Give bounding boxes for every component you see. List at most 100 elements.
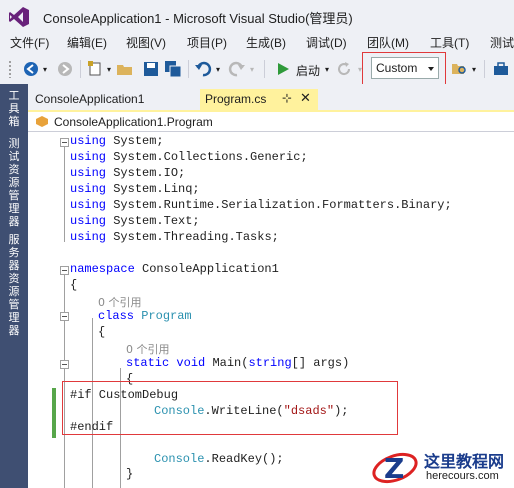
title-bar: ConsoleApplication1 - Microsoft Visual S… (0, 0, 514, 32)
start-label[interactable]: 启动 (296, 62, 320, 79)
toolbar-separator (264, 60, 265, 78)
navigation-bar[interactable]: ConsoleApplication1.Program (28, 112, 514, 132)
redo-icon[interactable] (228, 60, 246, 78)
tab-program-cs[interactable]: Program.cs ⊹ ✕ (200, 89, 318, 110)
watermark-title: 这里教程网 (424, 452, 505, 471)
toolbar-grip[interactable] (8, 60, 12, 78)
namespace-name: ConsoleApplication1 (142, 262, 279, 276)
scope-selector: ConsoleApplication1.Program (54, 115, 213, 129)
code-line-main-method[interactable]: static void Main(string[] args) (126, 356, 349, 370)
namespace-ref: System.Threading.Tasks; (113, 230, 279, 244)
menu-test[interactable]: 测试 (490, 34, 514, 51)
menu-view[interactable]: 视图(V) (126, 34, 166, 51)
new-project-dropdown-icon[interactable]: ▾ (105, 60, 113, 78)
side-tab-server-explorer[interactable]: 服务器资源管理器 (6, 234, 22, 338)
side-tab-test-explorer[interactable]: 测试资源管理器 (6, 138, 22, 229)
code-line-using-4[interactable]: using System.Linq; (70, 182, 200, 196)
keyword: using (70, 134, 107, 148)
save-icon[interactable] (142, 60, 160, 78)
menu-team[interactable]: 团队(M) (367, 34, 409, 51)
code-line-using-7[interactable]: using System.Threading.Tasks; (70, 230, 279, 244)
menu-edit[interactable]: 编辑(E) (67, 34, 107, 51)
menu-tools[interactable]: 工具(T) (430, 34, 469, 51)
keyword: using (70, 182, 107, 196)
code-line-using-6[interactable]: using System.Text; (70, 214, 200, 228)
reference-count-lens[interactable]: 0 个引用 (98, 294, 142, 310)
keyword: using (70, 166, 107, 180)
keyword: using (70, 214, 107, 228)
code-line-open-brace[interactable]: { (70, 278, 77, 292)
code-line-open-brace[interactable]: { (98, 325, 105, 339)
tab-program-cs-label: Program.cs (205, 92, 267, 106)
back-dropdown-icon[interactable]: ▾ (41, 60, 49, 78)
keyword: static (126, 356, 170, 370)
type-name: Console (154, 452, 205, 466)
tab-console-application[interactable]: ConsoleApplication1 (35, 92, 144, 106)
reference-count-lens[interactable]: 0 个引用 (126, 341, 170, 357)
find-dropdown-icon[interactable]: ▾ (470, 60, 478, 78)
new-project-icon[interactable] (86, 60, 104, 78)
code-line-using-3[interactable]: using System.IO; (70, 166, 185, 180)
start-dropdown-icon[interactable]: ▾ (323, 60, 331, 78)
undo-dropdown-icon[interactable]: ▾ (214, 60, 222, 78)
menu-project[interactable]: 项目(P) (187, 34, 227, 51)
code-line-readkey[interactable]: Console.ReadKey(); (154, 452, 284, 466)
side-tool-panel: 工具箱 测试资源管理器 服务器资源管理器 (0, 84, 28, 488)
pin-icon[interactable]: ⊹ (282, 91, 292, 105)
method-name: Main( (212, 356, 249, 370)
navigate-back-icon[interactable] (22, 60, 40, 78)
code-line-close-brace[interactable]: } (126, 467, 133, 481)
collapse-namespace-icon[interactable] (60, 266, 69, 275)
class-name: Program (141, 309, 192, 323)
method-call: .ReadKey(); (204, 452, 284, 466)
code-line-using-2[interactable]: using System.Collections.Generic; (70, 150, 308, 164)
keyword: using (70, 230, 107, 244)
keyword: class (98, 309, 135, 323)
outline-guide-namespace (64, 272, 65, 488)
namespace-ref: System.Linq; (113, 182, 200, 196)
menu-file[interactable]: 文件(F) (10, 34, 49, 51)
keyword: void (176, 356, 206, 370)
window-title: ConsoleApplication1 - Microsoft Visual S… (43, 11, 353, 26)
toolbox-icon[interactable] (492, 60, 510, 78)
method-params: [] args) (291, 356, 350, 370)
navigate-forward-icon[interactable] (56, 60, 74, 78)
svg-text:Z: Z (384, 452, 404, 485)
open-folder-icon[interactable] (116, 60, 134, 78)
keyword: using (70, 150, 107, 164)
refresh-icon[interactable] (336, 60, 352, 78)
start-debug-icon[interactable] (275, 60, 291, 78)
side-tab-toolbox[interactable]: 工具箱 (6, 90, 22, 129)
close-icon[interactable]: ✕ (300, 90, 311, 106)
menu-bar: 文件(F) 编辑(E) 视图(V) 项目(P) 生成(B) 调试(D) 团队(M… (0, 32, 514, 52)
namespace-ref: System.Runtime.Serialization.Formatters.… (113, 198, 452, 212)
namespace-ref: System.Collections.Generic; (113, 150, 308, 164)
watermark-url: herecours.com (426, 470, 499, 482)
class-icon (36, 116, 48, 127)
changed-lines-indicator (52, 388, 56, 438)
keyword: namespace (70, 262, 135, 276)
collapse-class-icon[interactable] (60, 312, 69, 321)
find-in-files-icon[interactable] (450, 60, 468, 78)
code-line-using-5[interactable]: using System.Runtime.Serialization.Forma… (70, 198, 452, 212)
menu-debug[interactable]: 调试(D) (306, 34, 347, 51)
menu-build[interactable]: 生成(B) (246, 34, 286, 51)
undo-icon[interactable] (194, 60, 212, 78)
toolbar-separator (80, 60, 81, 78)
collapse-method-icon[interactable] (60, 360, 69, 369)
save-all-icon[interactable] (164, 60, 182, 78)
directive-highlight-box (62, 381, 398, 435)
redo-dropdown-icon[interactable]: ▾ (248, 60, 256, 78)
code-line-namespace[interactable]: namespace ConsoleApplication1 (70, 262, 279, 276)
toolbar-separator (188, 60, 189, 78)
outline-guide-usings (64, 141, 65, 242)
namespace-ref: System.IO; (113, 166, 186, 180)
toolbar-separator (484, 60, 485, 78)
code-line-using-1[interactable]: using System; (70, 134, 164, 148)
code-line-class[interactable]: class Program (98, 309, 192, 323)
keyword: string (248, 356, 292, 370)
keyword: using (70, 198, 107, 212)
namespace-ref: System; (113, 134, 164, 148)
watermark-logo-icon: Z (372, 452, 418, 485)
collapse-usings-icon[interactable] (60, 138, 69, 147)
